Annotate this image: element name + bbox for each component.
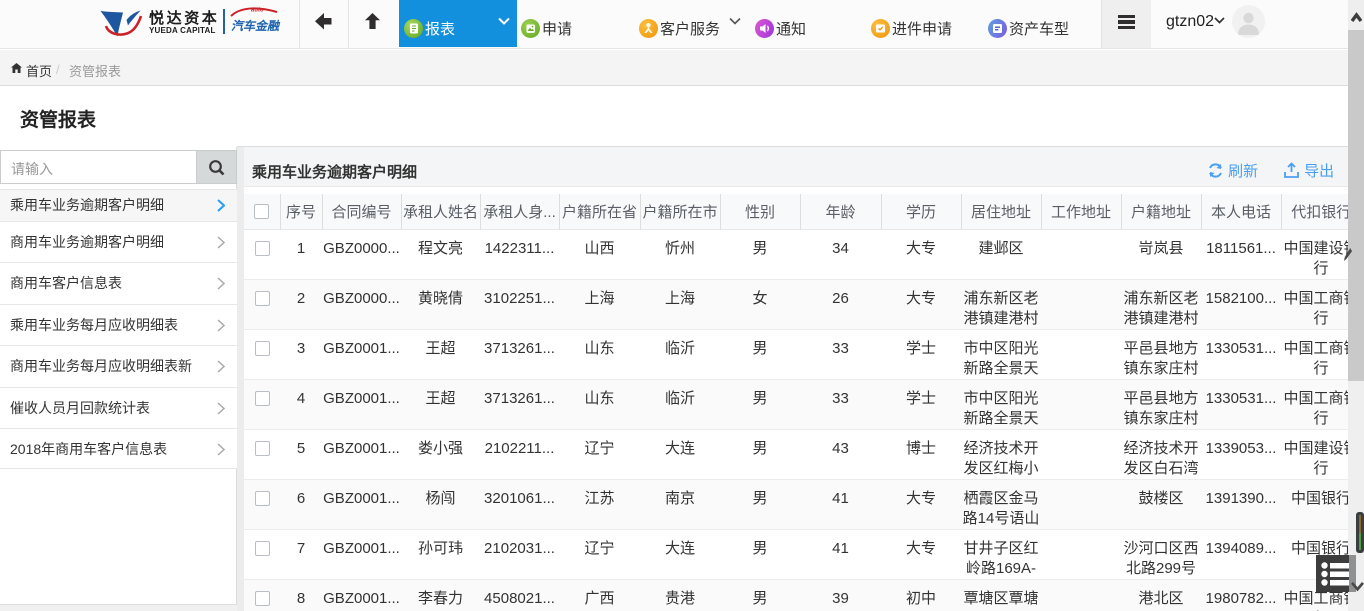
- svg-text:auto: auto: [251, 8, 264, 14]
